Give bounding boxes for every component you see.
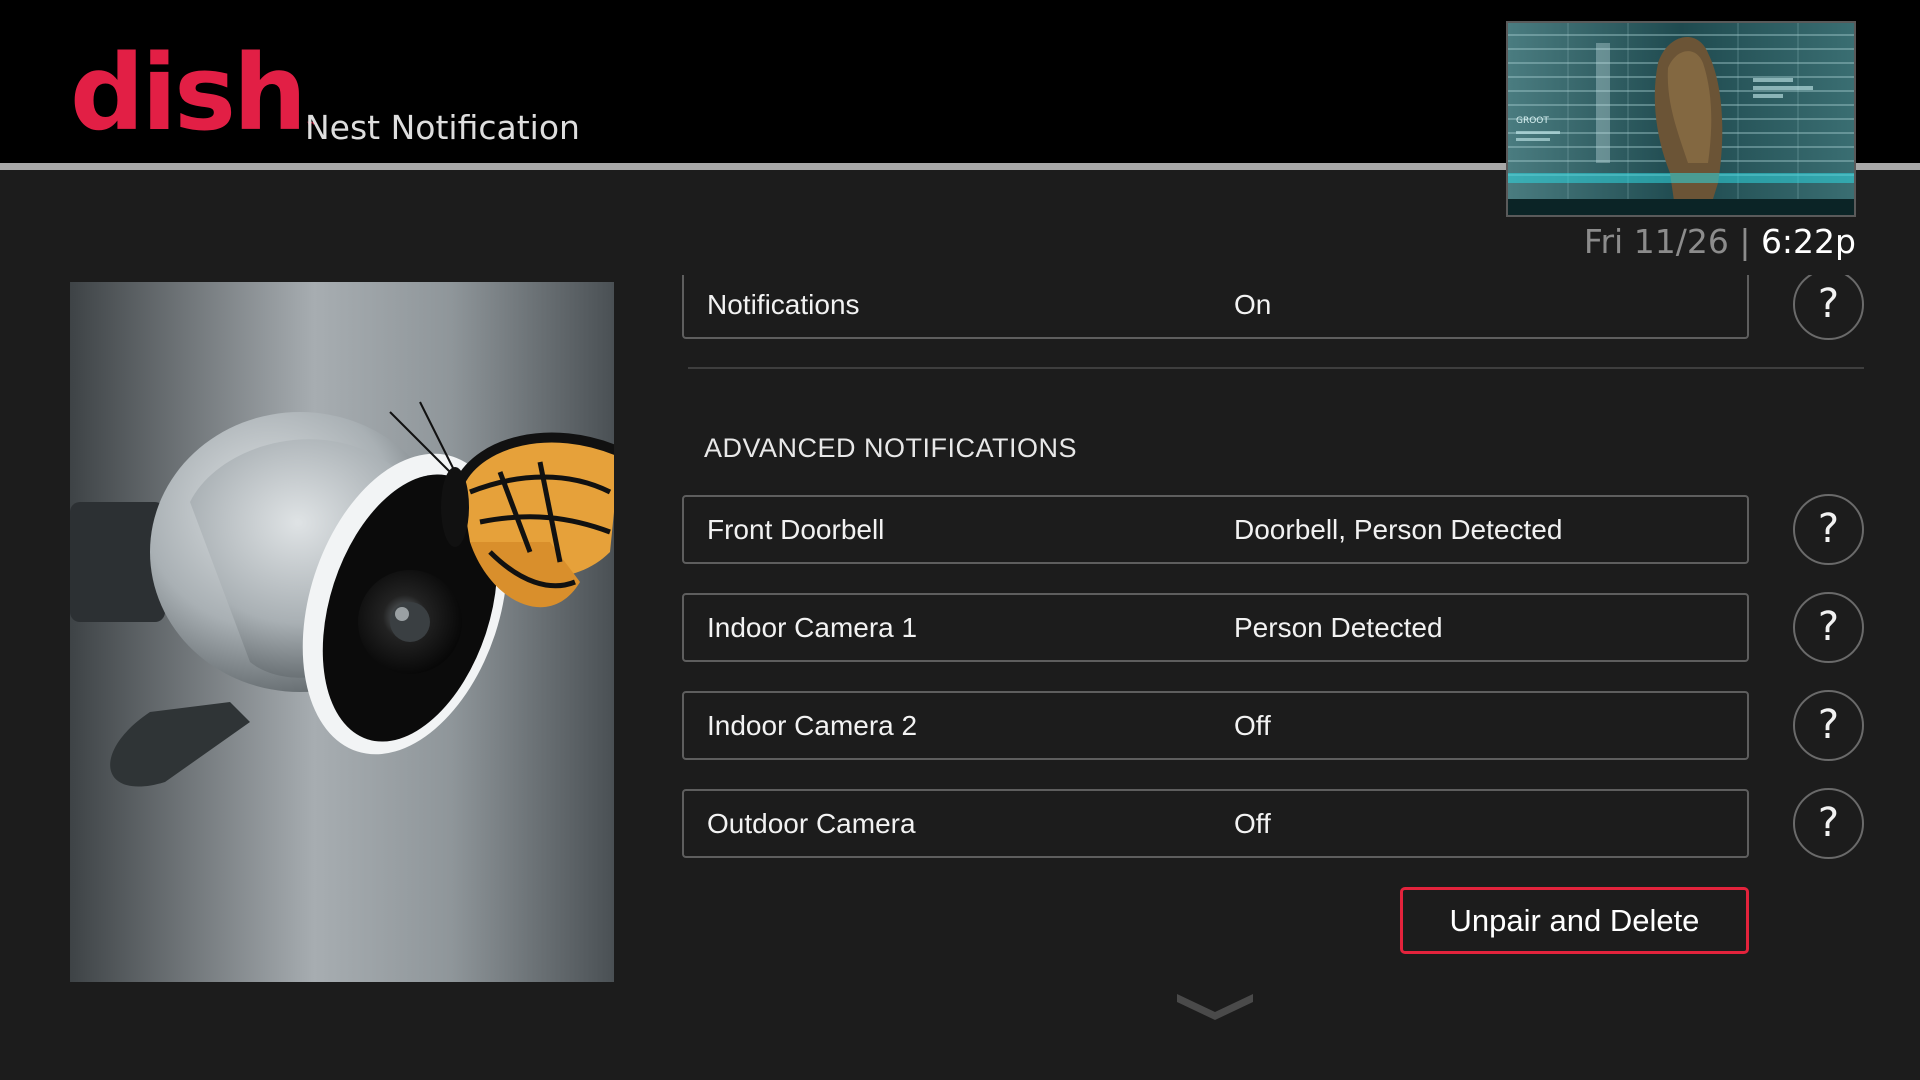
- thumbnail-caption: GROOT: [1516, 116, 1549, 126]
- live-tv-image: GROOT: [1508, 23, 1854, 215]
- nest-notification-screen: dish ™ Nest Notification GROOT Fri 11/26…: [0, 0, 1920, 1080]
- setting-row-front-doorbell[interactable]: Front Doorbell Doorbell, Person Detected: [682, 495, 1749, 564]
- setting-label: Indoor Camera 2: [707, 710, 918, 741]
- setting-value: Doorbell, Person Detected: [1234, 514, 1563, 545]
- setting-label: Notifications: [707, 289, 860, 320]
- setting-value: Person Detected: [1234, 612, 1443, 643]
- setting-row-notifications[interactable]: Notifications On: [682, 275, 1749, 339]
- current-date: Fri 11/26: [1583, 222, 1729, 261]
- setting-row-indoor-camera-2[interactable]: Indoor Camera 2 Off: [682, 691, 1749, 760]
- setting-label: Indoor Camera 1: [707, 612, 918, 643]
- help-button-outdoor-camera[interactable]: ?: [1793, 788, 1864, 859]
- setting-row-indoor-camera-1[interactable]: Indoor Camera 1 Person Detected: [682, 593, 1749, 662]
- question-mark-icon: ?: [1817, 800, 1840, 846]
- help-button-indoor-camera-1[interactable]: ?: [1793, 592, 1864, 663]
- section-heading-advanced-notifications: ADVANCED NOTIFICATIONS: [704, 433, 1078, 463]
- setting-value: Off: [1234, 710, 1271, 741]
- setting-value: On: [1234, 289, 1272, 320]
- question-mark-icon: ?: [1817, 702, 1840, 748]
- setting-value: Off: [1234, 808, 1271, 839]
- page-title: Nest Notification: [305, 108, 580, 147]
- nest-camera-photo: [70, 282, 614, 982]
- question-mark-icon: ?: [1817, 506, 1840, 552]
- question-mark-icon: ?: [1817, 604, 1840, 650]
- unpair-and-delete-button[interactable]: Unpair and Delete: [1400, 887, 1749, 954]
- setting-row-outdoor-camera[interactable]: Outdoor Camera Off: [682, 789, 1749, 858]
- question-mark-icon: ?: [1817, 281, 1840, 327]
- scroll-down-indicator[interactable]: [1175, 990, 1255, 1025]
- date-time-separator: |: [1728, 222, 1761, 261]
- section-divider: [688, 367, 1864, 369]
- setting-label: Front Doorbell: [707, 514, 885, 545]
- chevron-down-icon: [1177, 994, 1253, 1020]
- help-button-indoor-camera-2[interactable]: ?: [1793, 690, 1864, 761]
- current-time: 6:22p: [1760, 222, 1856, 261]
- dish-logo: dish ™: [70, 38, 316, 182]
- setting-label: Outdoor Camera: [707, 808, 916, 839]
- help-button-notifications[interactable]: ?: [1793, 275, 1864, 340]
- help-button-front-doorbell[interactable]: ?: [1793, 494, 1864, 565]
- live-tv-thumbnail[interactable]: GROOT: [1506, 21, 1856, 217]
- camera-image: [70, 282, 614, 982]
- date-time: Fri 11/26 | 6:22p: [1584, 222, 1856, 261]
- logo-text: dish: [70, 32, 307, 154]
